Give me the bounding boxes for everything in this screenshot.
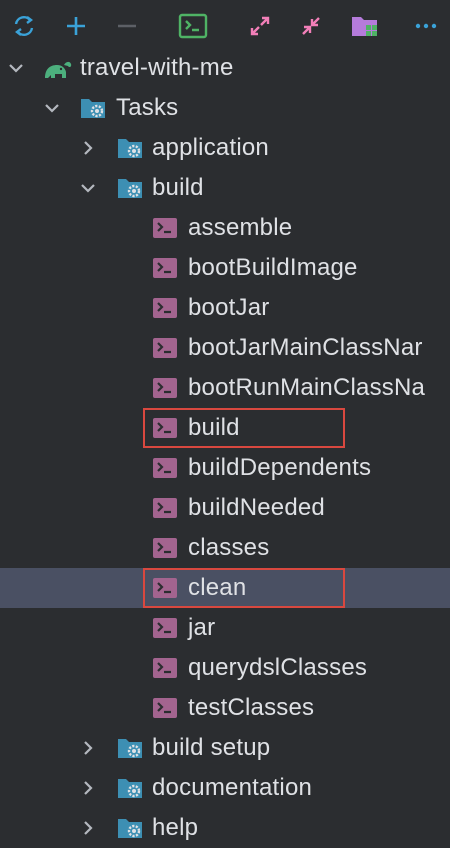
tree-node-project[interactable]: travel-with-me [0, 48, 450, 88]
refresh-icon[interactable] [6, 8, 42, 44]
task-label: testClasses [188, 694, 315, 721]
chevron-right-icon[interactable] [78, 778, 98, 798]
group-label: documentation [152, 774, 313, 801]
group-label: help [152, 814, 199, 841]
terminal-icon[interactable] [175, 8, 211, 44]
task-item-testClasses[interactable]: testClasses [0, 688, 450, 728]
task-icon [153, 538, 177, 558]
tree-node-group-application[interactable]: application [0, 128, 450, 168]
chevron-down-icon[interactable] [42, 98, 62, 118]
gear-folder-icon [118, 139, 142, 158]
minus-icon[interactable] [109, 8, 145, 44]
task-item-jar[interactable]: jar [0, 608, 450, 648]
group-label: build [152, 174, 204, 201]
task-label: classes [188, 534, 270, 561]
task-item-bootRunMainClassName[interactable]: bootRunMainClassNa [0, 368, 450, 408]
group-label: build setup [152, 734, 271, 761]
task-icon [153, 458, 177, 478]
task-item-buildNeeded[interactable]: buildNeeded [0, 488, 450, 528]
task-label: jar [188, 614, 216, 641]
task-label: build [188, 414, 240, 441]
task-icon [153, 418, 177, 438]
task-label: assemble [188, 214, 293, 241]
task-item-build[interactable]: build [0, 408, 450, 448]
task-label: buildDependents [188, 454, 372, 481]
task-item-bootJar[interactable]: bootJar [0, 288, 450, 328]
gradle-task-tree: travel-with-me Tasks application build a… [0, 48, 450, 848]
gear-folder-icon [118, 739, 142, 758]
tree-node-group-build[interactable]: build [0, 168, 450, 208]
gear-folder-icon [81, 99, 105, 118]
task-item-bootJarMainClassName[interactable]: bootJarMainClassNar [0, 328, 450, 368]
expand-all-icon[interactable] [242, 8, 278, 44]
task-icon [153, 298, 177, 318]
task-label: bootBuildImage [188, 254, 358, 281]
task-icon [153, 698, 177, 718]
task-item-assemble[interactable]: assemble [0, 208, 450, 248]
task-item-clean[interactable]: clean [0, 568, 450, 608]
task-icon [153, 218, 177, 238]
task-label: clean [188, 574, 247, 601]
tree-node-group-documentation[interactable]: documentation [0, 768, 450, 808]
tree-node-tasks[interactable]: Tasks [0, 88, 450, 128]
tree-node-group-help[interactable]: help [0, 808, 450, 848]
task-label: bootJarMainClassNar [188, 334, 423, 361]
chevron-down-icon[interactable] [6, 58, 26, 78]
tree-node-group-build-setup[interactable]: build setup [0, 728, 450, 768]
task-icon [153, 498, 177, 518]
group-label: application [152, 134, 269, 161]
gear-folder-icon [118, 779, 142, 798]
task-label: bootJar [188, 294, 270, 321]
plus-icon[interactable] [58, 8, 94, 44]
collapse-all-icon[interactable] [293, 8, 329, 44]
task-icon [153, 378, 177, 398]
project-label: travel-with-me [80, 54, 234, 81]
task-label: querydslClasses [188, 654, 368, 681]
task-item-classes[interactable]: classes [0, 528, 450, 568]
gradle-elephant-icon [45, 61, 72, 78]
task-icon [153, 578, 177, 598]
task-icon [153, 338, 177, 358]
chevron-right-icon[interactable] [78, 818, 98, 838]
chevron-right-icon[interactable] [78, 138, 98, 158]
task-label: buildNeeded [188, 494, 325, 521]
gradle-toolbar [0, 0, 450, 50]
gear-folder-icon [118, 819, 142, 838]
gear-folder-icon [118, 179, 142, 198]
task-icon [153, 258, 177, 278]
tasks-folder-label: Tasks [116, 94, 179, 121]
task-label: bootRunMainClassNa [188, 374, 426, 401]
task-item-buildDependents[interactable]: buildDependents [0, 448, 450, 488]
task-icon [153, 618, 177, 638]
folder-grid-icon[interactable] [347, 8, 383, 44]
more-icon[interactable] [408, 8, 444, 44]
task-item-querydslClasses[interactable]: querydslClasses [0, 648, 450, 688]
task-icon [153, 658, 177, 678]
chevron-down-icon[interactable] [78, 178, 98, 198]
task-item-bootBuildImage[interactable]: bootBuildImage [0, 248, 450, 288]
chevron-right-icon[interactable] [78, 738, 98, 758]
